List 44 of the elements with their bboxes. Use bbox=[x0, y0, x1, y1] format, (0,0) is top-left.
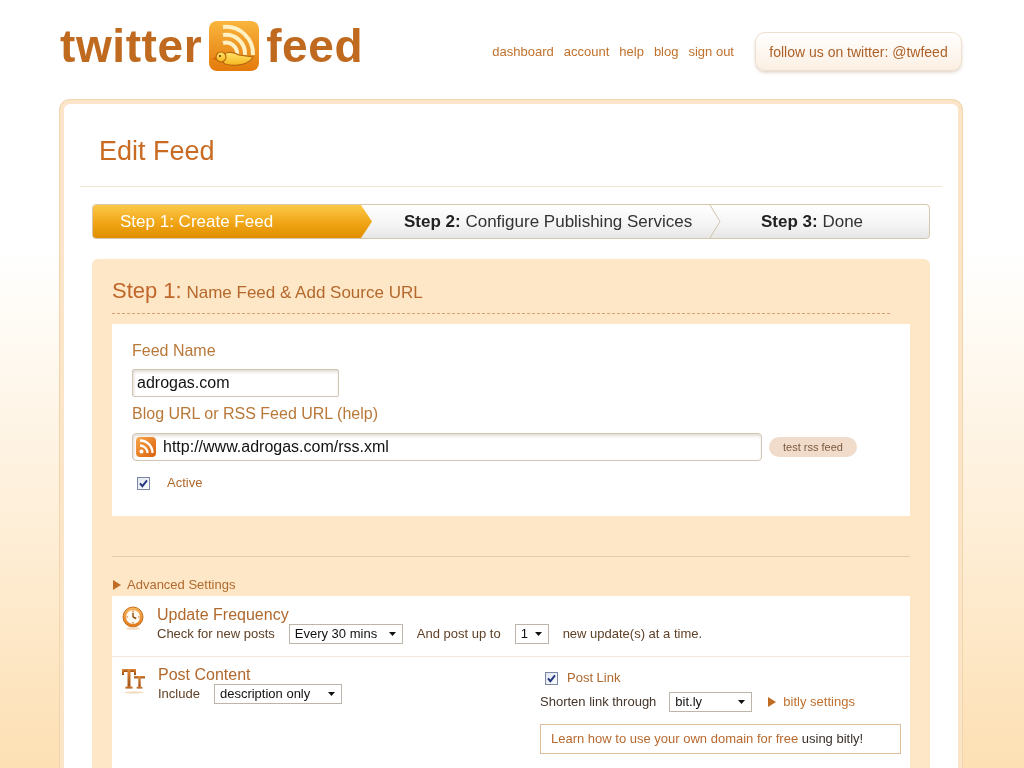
content-dropdown[interactable]: description only bbox=[213, 684, 342, 704]
nav-link[interactable]: blog bbox=[653, 44, 679, 60]
checkbox[interactable] bbox=[545, 671, 558, 685]
section-heading: Step 1: Name Feed & Add Source URL bbox=[112, 259, 890, 314]
nav-link[interactable]: dashboard bbox=[492, 44, 554, 60]
caret-down-icon bbox=[388, 632, 396, 636]
nav-link[interactable]: help bbox=[619, 44, 644, 60]
row-label: Check for new posts bbox=[157, 626, 275, 642]
follow-button[interactable]: follow us on twitter: @twfeed bbox=[755, 32, 962, 71]
row-label: Shorten link through bbox=[540, 694, 657, 710]
row-label: new update(s) at a time. bbox=[562, 626, 703, 642]
bitly-link[interactable]: using bitly! bbox=[801, 731, 864, 746]
field-label: Blog URL or RSS Feed URL (help) bbox=[132, 404, 379, 424]
url-input[interactable]: http://www.adrogas.com/rss.xml bbox=[132, 433, 762, 461]
letter-t-icon bbox=[122, 666, 146, 694]
row-label: Include bbox=[158, 686, 200, 702]
interval-dropdown[interactable]: Every 30 mins bbox=[288, 624, 403, 644]
logo-wordmark: feed bbox=[266, 20, 364, 72]
feed-name-input[interactable]: adrogas.com bbox=[132, 369, 339, 397]
step-tab[interactable]: Step 2: Configure Publishing Services bbox=[372, 205, 709, 238]
nav-link[interactable]: account bbox=[563, 44, 610, 60]
advanced-settings-link[interactable]: Advanced Settings bbox=[112, 577, 236, 593]
page-title: Edit Feed bbox=[99, 135, 215, 168]
step-tab[interactable]: Step 3: Done bbox=[721, 205, 929, 238]
caret-down-icon bbox=[534, 632, 542, 636]
clock-icon bbox=[122, 606, 144, 630]
setting-title: Post Content bbox=[158, 666, 251, 684]
nav-link[interactable]: sign out bbox=[688, 44, 734, 60]
bird-rss-icon bbox=[209, 21, 260, 71]
setting-title: Update Frequency bbox=[157, 606, 289, 624]
row-label: And post up to bbox=[416, 626, 501, 642]
count-dropdown[interactable]: 1 bbox=[514, 624, 549, 644]
checkbox-label: Post Link bbox=[567, 670, 621, 686]
bitly-settings-link[interactable]: bitly settings bbox=[767, 694, 855, 710]
notice-text: Learn how to use your own domain for free using bitly! bbox=[551, 731, 864, 747]
caret-down-icon bbox=[738, 700, 746, 704]
test-feed-button[interactable]: test rss feed bbox=[769, 437, 857, 457]
checkbox-label: Active bbox=[167, 475, 203, 491]
logo-wordmark: twitter bbox=[60, 20, 203, 72]
field-label: Feed Name bbox=[132, 341, 216, 361]
caret-down-icon bbox=[327, 692, 335, 696]
checkbox[interactable] bbox=[137, 476, 150, 490]
shortener-dropdown[interactable]: bit.ly bbox=[669, 692, 753, 712]
rss-icon bbox=[136, 437, 156, 457]
